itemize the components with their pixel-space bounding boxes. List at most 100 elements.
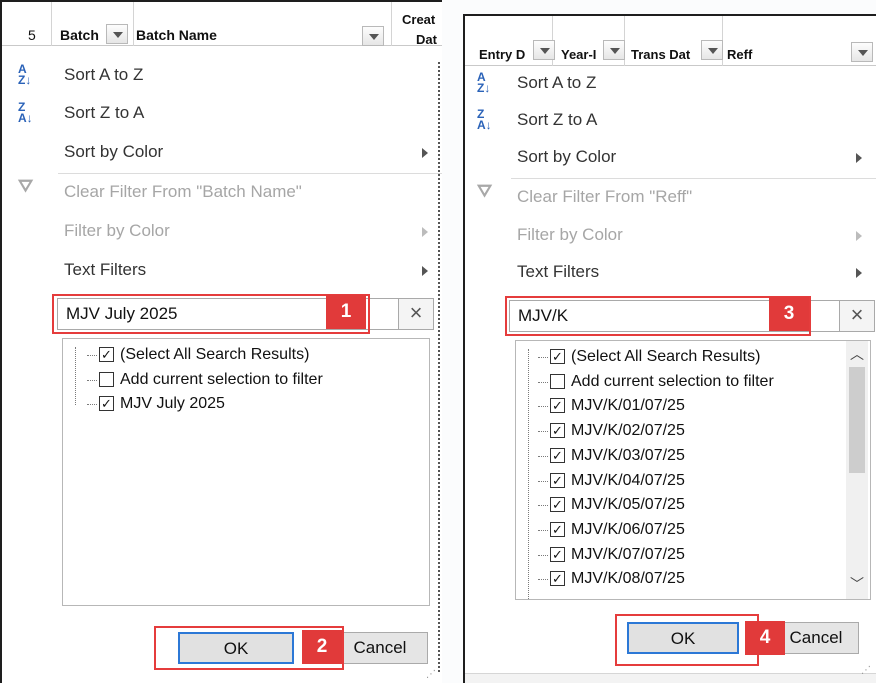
resize-grip-icon[interactable]: ⋰ xyxy=(861,666,873,680)
clear-filter-item: ⛛ Clear Filter From "Batch Name" xyxy=(2,175,442,209)
column-reff-header[interactable]: Reff xyxy=(723,16,876,66)
list-item-label: Add current selection to filter xyxy=(120,370,323,388)
checkbox-unchecked-icon[interactable] xyxy=(550,373,565,389)
tree-connector xyxy=(538,529,548,531)
checkbox-checked-icon[interactable]: ✓ xyxy=(550,472,565,488)
column-year-header[interactable]: Year-I xyxy=(557,16,625,66)
list-item-label: MJV/K/01/07/25 xyxy=(571,397,685,415)
column-year-label: Year-I xyxy=(561,47,597,62)
row-number: 5 xyxy=(28,27,36,43)
menu-separator xyxy=(511,178,876,179)
batch-filter-dropdown-button[interactable] xyxy=(106,24,128,44)
list-item-label: MJV/K/07/07/25 xyxy=(571,545,685,563)
select-all-item[interactable]: ✓ (Select All Search Results) xyxy=(516,345,870,370)
list-item[interactable]: ✓ MJV/K/02/07/25 xyxy=(516,419,870,444)
sheet-row-strip xyxy=(465,673,876,683)
tree-connector xyxy=(538,455,548,457)
filter-value-list: ✓ (Select All Search Results) Add current … xyxy=(62,338,430,606)
list-item-label: MJV/K/04/07/25 xyxy=(571,471,685,489)
checkbox-checked-icon[interactable]: ✓ xyxy=(550,546,565,562)
list-item[interactable]: ✓ MJV/K/05/07/25 xyxy=(516,493,870,518)
clear-search-button[interactable]: × xyxy=(398,298,434,330)
entry-filter-dropdown-button[interactable] xyxy=(533,40,555,60)
checkbox-checked-icon[interactable]: ✓ xyxy=(99,396,114,412)
resize-grip-icon[interactable]: ⋰ xyxy=(426,670,438,683)
checkbox-checked-icon[interactable]: ✓ xyxy=(550,447,565,463)
list-item-label: MJV/K/03/07/25 xyxy=(571,446,685,464)
filter-by-color-label: Filter by Color xyxy=(64,221,170,240)
tree-connector xyxy=(87,355,97,356)
list-item-label: MJV/K/08/07/25 xyxy=(571,570,685,588)
batch-name-filter-dropdown-button[interactable] xyxy=(362,26,384,46)
sort-az-icon: A Z↓ xyxy=(477,70,491,95)
right-filter-panel: Entry D Year-I Trans Dat Reff A Z↓ Sort A… xyxy=(463,14,876,683)
clear-filter-item: ⛛ Clear Filter From "Reff" xyxy=(465,180,876,214)
clear-search-button[interactable]: × xyxy=(839,300,875,332)
year-filter-dropdown-button[interactable] xyxy=(603,40,625,60)
sort-z-to-a-item[interactable]: Z A↓ Sort Z to A xyxy=(2,96,442,130)
list-item-label: Add current selection to filter xyxy=(571,372,774,390)
checkbox-checked-icon[interactable]: ✓ xyxy=(550,571,565,587)
tree-connector xyxy=(538,480,548,482)
checkbox-checked-icon[interactable]: ✓ xyxy=(550,423,565,439)
sort-a-to-z-label: Sort A to Z xyxy=(517,73,597,92)
list-item[interactable]: ✓ MJV/K/06/07/25 xyxy=(516,518,870,543)
checkbox-checked-icon[interactable]: ✓ xyxy=(550,398,565,414)
filter-value-list: ︿ ﹀ ✓ (Select All Search Results) Add curr… xyxy=(515,340,871,600)
close-icon: × xyxy=(850,302,864,327)
menu-separator xyxy=(58,173,442,174)
sort-z-to-a-item[interactable]: Z A↓ Sort Z to A xyxy=(465,103,876,137)
column-created-label-top: Creat xyxy=(402,12,436,27)
sort-az-icon: A Z↓ xyxy=(18,62,32,87)
checkbox-unchecked-icon[interactable] xyxy=(99,371,114,387)
checkbox-checked-icon[interactable]: ✓ xyxy=(550,521,565,537)
search-callout xyxy=(52,294,370,334)
list-item-label: (Select All Search Results) xyxy=(120,346,310,363)
chevron-right-icon xyxy=(422,266,428,276)
list-item[interactable]: ✓ MJV/K/04/07/25 xyxy=(516,469,870,494)
list-item[interactable]: ✓ MJV/K/08/07/25 xyxy=(516,567,870,592)
checkbox-checked-icon[interactable]: ✓ xyxy=(550,497,565,513)
reff-filter-dropdown-button[interactable] xyxy=(851,42,873,62)
column-batch-name-header[interactable]: Batch Name xyxy=(134,2,392,46)
tree-connector xyxy=(538,554,548,556)
tree-connector xyxy=(87,379,97,381)
column-batch-label: Batch xyxy=(60,27,99,43)
clear-filter-icon: ⛛ xyxy=(477,181,493,201)
trans-filter-dropdown-button[interactable] xyxy=(701,40,723,60)
column-trans-label: Trans Dat xyxy=(631,47,691,62)
clear-filter-label: Clear Filter From "Reff" xyxy=(517,187,693,206)
add-selection-item[interactable]: Add current selection to filter xyxy=(63,368,429,393)
checkbox-checked-icon[interactable]: ✓ xyxy=(99,347,114,362)
sort-z-to-a-label: Sort Z to A xyxy=(517,110,598,129)
list-item-label: MJV/K/06/07/25 xyxy=(571,520,685,538)
column-entry-header[interactable]: Entry D xyxy=(465,16,555,66)
add-selection-item[interactable]: Add current selection to filter xyxy=(516,370,870,395)
clear-filter-icon: ⛛ xyxy=(18,176,34,196)
list-item[interactable]: ✓ MJV/K/07/07/25 xyxy=(516,543,870,568)
filter-by-color-item: Filter by Color xyxy=(2,214,442,248)
text-filters-item[interactable]: Text Filters xyxy=(465,255,876,289)
clear-filter-label: Clear Filter From "Batch Name" xyxy=(64,182,302,201)
filter-by-color-label: Filter by Color xyxy=(517,225,623,244)
tree-connector xyxy=(538,381,548,383)
select-all-item[interactable]: ✓ (Select All Search Results) xyxy=(63,343,429,368)
text-filters-label: Text Filters xyxy=(64,260,147,279)
column-created-header[interactable]: Creat Dat xyxy=(392,2,442,47)
list-item[interactable]: ✓ MJV/K/01/07/25 xyxy=(516,394,870,419)
sort-by-color-item[interactable]: Sort by Color xyxy=(465,140,876,174)
sort-a-to-z-item[interactable]: A Z↓ Sort A to Z xyxy=(2,58,442,92)
column-batch-header[interactable]: Batch xyxy=(52,2,134,46)
text-filters-item[interactable]: Text Filters xyxy=(2,253,442,287)
row-number-cell: 5 xyxy=(2,2,52,46)
tree-connector xyxy=(538,406,548,408)
checkbox-checked-icon[interactable]: ✓ xyxy=(550,349,565,364)
sort-by-color-item[interactable]: Sort by Color xyxy=(2,135,442,169)
sort-a-to-z-item[interactable]: A Z↓ Sort A to Z xyxy=(465,66,876,100)
sort-by-color-label: Sort by Color xyxy=(64,142,164,161)
list-item-label: MJV/K/02/07/25 xyxy=(571,422,685,440)
column-header-row: 5 Batch Batch Name Creat Dat xyxy=(2,2,442,47)
column-trans-header[interactable]: Trans Dat xyxy=(627,16,723,66)
list-item[interactable]: ✓ MJV/K/03/07/25 xyxy=(516,444,870,469)
list-item[interactable]: ✓ MJV July 2025 xyxy=(63,392,429,417)
